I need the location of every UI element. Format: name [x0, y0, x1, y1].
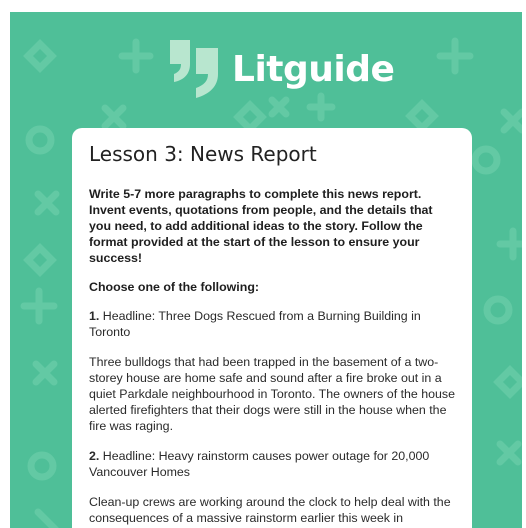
screen: Litguide Lesson 3: News Report Write 5-7…	[0, 0, 526, 528]
litguide-logo: Litguide	[168, 34, 395, 104]
option-2-headline: 2. Headline: Heavy rainstorm causes powe…	[89, 448, 455, 480]
page-background: Litguide Lesson 3: News Report Write 5-7…	[10, 12, 522, 528]
option-1-paragraph: Three bulldogs that had been trapped in …	[89, 355, 456, 433]
option-2-headline-text: Headline: Heavy rainstorm causes power o…	[89, 449, 430, 479]
lesson-instructions: Write 5-7 more paragraphs to complete th…	[89, 187, 433, 265]
choose-label: Choose one of the following:	[89, 280, 260, 294]
option-2-paragraph: Clean-up crews are working around the cl…	[89, 495, 451, 528]
quote-mark-icon	[170, 40, 218, 98]
option-1-headline-text: Headline: Three Dogs Rescued from a Burn…	[89, 309, 421, 339]
option-1-headline: 1. Headline: Three Dogs Rescued from a B…	[89, 308, 455, 340]
brand-name: Litguide	[232, 48, 395, 90]
option-1-number: 1.	[89, 309, 100, 323]
page-title: Lesson 3: News Report	[89, 142, 317, 166]
option-2-number: 2.	[89, 449, 100, 463]
lesson-card: Lesson 3: News Report Write 5-7 more par…	[72, 128, 472, 528]
